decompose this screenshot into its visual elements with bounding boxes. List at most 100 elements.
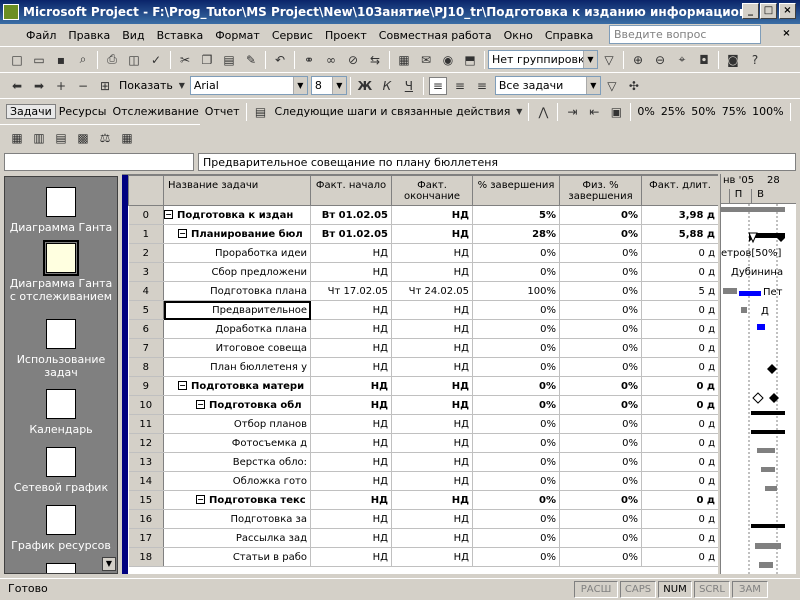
actual-start-cell[interactable]: НД — [310, 452, 392, 472]
percent-complete-cell[interactable]: 0% — [472, 528, 560, 548]
actual-finish-cell[interactable]: НД — [391, 414, 473, 434]
table-row[interactable]: 11 Отбор планов НД НД 0% 0% 0 д — [128, 414, 718, 434]
tab-report[interactable]: Отчет — [202, 105, 243, 118]
row-id[interactable]: 12 — [128, 433, 164, 453]
row-id[interactable]: 6 — [128, 319, 164, 339]
actual-start-cell[interactable]: НД — [310, 433, 392, 453]
arrow-right-icon[interactable]: ➡ — [30, 77, 48, 95]
row-id[interactable]: 3 — [128, 262, 164, 282]
percent-complete-cell[interactable]: 0% — [472, 243, 560, 263]
actual-finish-cell[interactable]: НД — [391, 300, 473, 320]
actual-finish-cell[interactable]: НД — [391, 357, 473, 377]
view-bar-scroll-down[interactable]: ▼ — [102, 557, 116, 571]
table-row[interactable]: 4 Подготовка плана Чт 17.02.05 Чт 24.02.05 1… — [128, 281, 718, 301]
table-row[interactable]: 17 Рассылка зад НД НД 0% 0% 0 д — [128, 528, 718, 548]
menu-project[interactable]: Проект — [319, 29, 373, 42]
task-name-cell[interactable]: Подготовка за — [163, 509, 311, 529]
percent-complete-cell[interactable]: 0% — [472, 509, 560, 529]
doc-close-button[interactable]: × — [778, 27, 795, 43]
physical-percent-cell[interactable]: 0% — [559, 357, 642, 377]
view-task-usage[interactable]: Использование задач — [5, 319, 117, 379]
row-id[interactable]: 16 — [128, 509, 164, 529]
calculator-icon[interactable]: ▩ — [74, 129, 92, 147]
actual-duration-cell[interactable]: 0 д — [641, 395, 718, 415]
pct-100-button[interactable]: 100% — [749, 105, 786, 118]
align-right-icon[interactable]: ≡ — [473, 77, 491, 95]
percent-complete-cell[interactable]: 100% — [472, 281, 560, 301]
workgroup-icon[interactable]: ▭ — [796, 103, 800, 121]
percent-complete-cell[interactable]: 0% — [472, 471, 560, 491]
percent-complete-cell[interactable]: 28% — [472, 224, 560, 244]
percent-complete-cell[interactable]: 0% — [472, 395, 560, 415]
physical-percent-cell[interactable]: 0% — [559, 490, 642, 510]
copy-picture-icon[interactable]: ◘ — [695, 51, 713, 69]
actual-duration-cell[interactable]: 0 д — [641, 509, 718, 529]
task-name-cell[interactable]: − Подготовка обл — [163, 395, 311, 415]
task-name-cell[interactable]: Итоговое совеща — [163, 338, 311, 358]
split-task-icon[interactable]: ⇆ — [366, 51, 384, 69]
actual-finish-cell[interactable]: НД — [391, 471, 473, 491]
actual-finish-cell[interactable]: НД — [391, 376, 473, 396]
font-size-select[interactable]: 8 ▼ — [310, 76, 347, 95]
ask-question-input[interactable]: Введите вопрос — [609, 25, 761, 44]
zoom-in-icon[interactable]: ⊕ — [629, 51, 647, 69]
actual-start-cell[interactable]: НД — [310, 528, 392, 548]
split-view-icon[interactable]: ▥ — [30, 129, 48, 147]
sheet-icon[interactable]: ▦ — [118, 129, 136, 147]
actual-start-cell[interactable]: Вт 01.02.05 — [310, 224, 392, 244]
actual-finish-cell[interactable]: НД — [391, 243, 473, 263]
table-row[interactable]: 14 Обложка гото НД НД 0% 0% 0 д — [128, 471, 718, 491]
actual-finish-cell[interactable]: НД — [391, 547, 473, 567]
view-gantt[interactable]: Диаграмма Ганта — [5, 187, 117, 234]
physical-percent-cell[interactable]: 0% — [559, 528, 642, 548]
menu-file[interactable]: Файл — [20, 29, 62, 42]
pct-75-button[interactable]: 75% — [719, 105, 749, 118]
minimize-button[interactable]: _ — [742, 3, 759, 19]
actual-start-cell[interactable]: НД — [310, 357, 392, 377]
physical-percent-cell[interactable]: 0% — [559, 471, 642, 491]
print-icon[interactable]: ⎙ — [103, 51, 121, 69]
table-row[interactable]: 3 Сбор предложени НД НД 0% 0% 0 д — [128, 262, 718, 282]
actual-finish-cell[interactable]: НД — [391, 490, 473, 510]
percent-complete-cell[interactable]: 0% — [472, 300, 560, 320]
tab-tracking[interactable]: Отслеживание — [109, 105, 201, 118]
actual-duration-cell[interactable]: 0 д — [641, 452, 718, 472]
table-row[interactable]: 2 Проработка идеи НД НД 0% 0% 0 д — [128, 243, 718, 263]
row-id[interactable]: 5 — [128, 300, 164, 320]
tracking-chart-icon[interactable]: ⋀ — [534, 103, 552, 121]
maximize-button[interactable]: □ — [760, 3, 777, 19]
hyperlink-icon[interactable]: ⚭ — [300, 51, 318, 69]
actual-duration-cell[interactable]: 0 д — [641, 528, 718, 548]
task-name-cell[interactable]: − Подготовка матери — [163, 376, 311, 396]
align-left-icon[interactable]: ≡ — [428, 76, 447, 95]
balance-icon[interactable]: ⚖ — [96, 129, 114, 147]
task-name-cell[interactable]: Рассылка зад — [163, 528, 311, 548]
table-row[interactable]: 7 Итоговое совеща НД НД 0% 0% 0 д — [128, 338, 718, 358]
percent-complete-cell[interactable]: 5% — [472, 205, 560, 225]
physical-percent-cell[interactable]: 0% — [559, 338, 642, 358]
collapse-icon[interactable]: − — [178, 229, 187, 238]
actual-start-cell[interactable]: Вт 01.02.05 — [310, 205, 392, 225]
table-row[interactable]: 0− Подготовка к издан Вт 01.02.05 НД 5% 0% 3,9… — [128, 205, 718, 225]
menu-window[interactable]: Окно — [498, 29, 539, 42]
actual-start-cell[interactable]: НД — [310, 395, 392, 415]
physical-percent-cell[interactable]: 0% — [559, 262, 642, 282]
physical-percent-cell[interactable]: 0% — [559, 281, 642, 301]
table-row[interactable]: 15− Подготовка текс НД НД 0% 0% 0 д — [128, 490, 718, 510]
close-button[interactable]: × — [779, 3, 796, 19]
percent-complete-cell[interactable]: 0% — [472, 490, 560, 510]
open-icon[interactable]: ▭ — [30, 51, 48, 69]
physical-percent-cell[interactable]: 0% — [559, 319, 642, 339]
reschedule-icon[interactable]: ⇤ — [585, 103, 603, 121]
view-resource-graph[interactable]: График ресурсов — [5, 505, 117, 552]
actual-start-cell[interactable]: НД — [310, 300, 392, 320]
actual-duration-cell[interactable]: 0 д — [641, 262, 718, 282]
header-actual-finish[interactable]: Факт. окончание — [391, 175, 473, 206]
header-physical-percent[interactable]: Физ. % завершения — [559, 175, 642, 206]
menu-edit[interactable]: Правка — [62, 29, 116, 42]
table-row[interactable]: 6 Доработка плана НД НД 0% 0% 0 д — [128, 319, 718, 339]
actual-start-cell[interactable]: НД — [310, 338, 392, 358]
row-id[interactable]: 13 — [128, 452, 164, 472]
view-tracking-gantt[interactable]: Диаграмма Ганта с отслеживанием — [5, 240, 117, 303]
percent-complete-cell[interactable]: 0% — [472, 452, 560, 472]
